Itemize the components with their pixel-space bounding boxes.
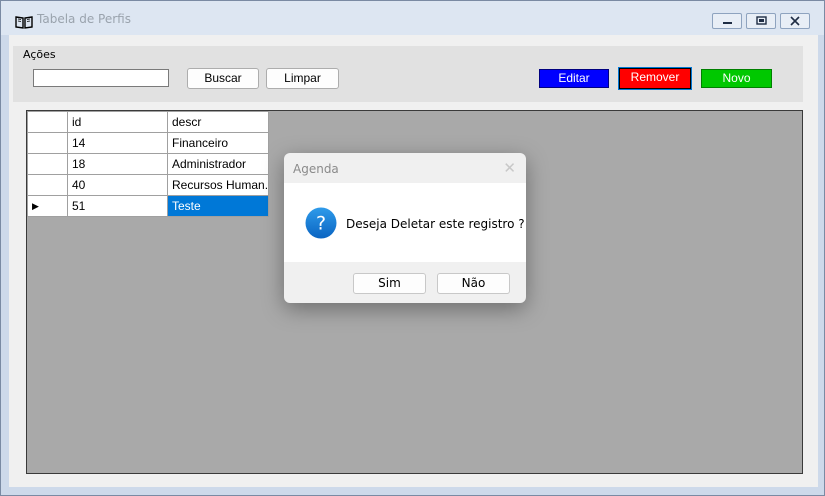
buscar-button[interactable]: Buscar bbox=[187, 68, 259, 89]
title-bar[interactable]: Tabela de Perfis bbox=[1, 1, 824, 35]
actions-group-label: Ações bbox=[23, 48, 56, 61]
column-header-id[interactable]: id bbox=[67, 111, 168, 133]
dialog-close-icon[interactable]: ✕ bbox=[503, 159, 516, 177]
table-row[interactable]: 18 Administrador bbox=[27, 153, 269, 175]
search-input[interactable] bbox=[33, 69, 169, 87]
table-row-current[interactable]: ▶ 51 Teste bbox=[27, 195, 269, 217]
close-icon bbox=[790, 16, 800, 26]
cell-descr-selected[interactable]: Teste bbox=[167, 195, 269, 217]
novo-button[interactable]: Novo bbox=[701, 69, 772, 88]
editar-button[interactable]: Editar bbox=[539, 69, 609, 88]
limpar-button[interactable]: Limpar bbox=[266, 68, 339, 89]
column-header-descr[interactable]: descr bbox=[167, 111, 269, 133]
row-header[interactable] bbox=[27, 174, 68, 196]
grid-table: id descr 14 Financeiro 18 Administrador … bbox=[27, 111, 269, 217]
dialog-title: Agenda bbox=[293, 162, 339, 176]
close-button[interactable] bbox=[780, 13, 810, 29]
current-row-indicator-icon[interactable]: ▶ bbox=[27, 195, 68, 217]
cell-id[interactable]: 14 bbox=[67, 132, 168, 154]
sim-button[interactable]: Sim bbox=[353, 273, 426, 294]
grid-corner-header[interactable] bbox=[27, 111, 68, 133]
book-icon bbox=[15, 16, 33, 29]
confirm-dialog: Agenda ✕ ? Deseja Deletar este registro … bbox=[284, 153, 526, 303]
cell-descr[interactable]: Financeiro bbox=[167, 132, 269, 154]
table-row[interactable]: 40 Recursos Human... bbox=[27, 174, 269, 196]
row-header[interactable] bbox=[27, 153, 68, 175]
nao-button[interactable]: Não bbox=[437, 273, 510, 294]
row-header[interactable] bbox=[27, 132, 68, 154]
dialog-message: Deseja Deletar este registro ? bbox=[346, 217, 525, 231]
cell-descr[interactable]: Administrador bbox=[167, 153, 269, 175]
svg-text:?: ? bbox=[316, 213, 326, 235]
question-icon: ? bbox=[305, 207, 337, 239]
cell-descr[interactable]: Recursos Human... bbox=[167, 174, 269, 196]
dialog-body: ? Deseja Deletar este registro ? bbox=[284, 183, 526, 262]
cell-id[interactable]: 51 bbox=[67, 195, 168, 217]
table-row[interactable]: 14 Financeiro bbox=[27, 132, 269, 154]
main-window: Tabela de Perfis id descr 14 Financeiro … bbox=[0, 0, 825, 496]
grid-header-row: id descr bbox=[27, 111, 269, 133]
restore-button[interactable] bbox=[746, 13, 776, 29]
restore-icon bbox=[756, 16, 767, 25]
cell-id[interactable]: 40 bbox=[67, 174, 168, 196]
window-title: Tabela de Perfis bbox=[37, 12, 131, 26]
minimize-icon bbox=[723, 22, 732, 24]
cell-id[interactable]: 18 bbox=[67, 153, 168, 175]
minimize-button[interactable] bbox=[712, 13, 742, 29]
remover-button[interactable]: Remover bbox=[618, 67, 692, 90]
